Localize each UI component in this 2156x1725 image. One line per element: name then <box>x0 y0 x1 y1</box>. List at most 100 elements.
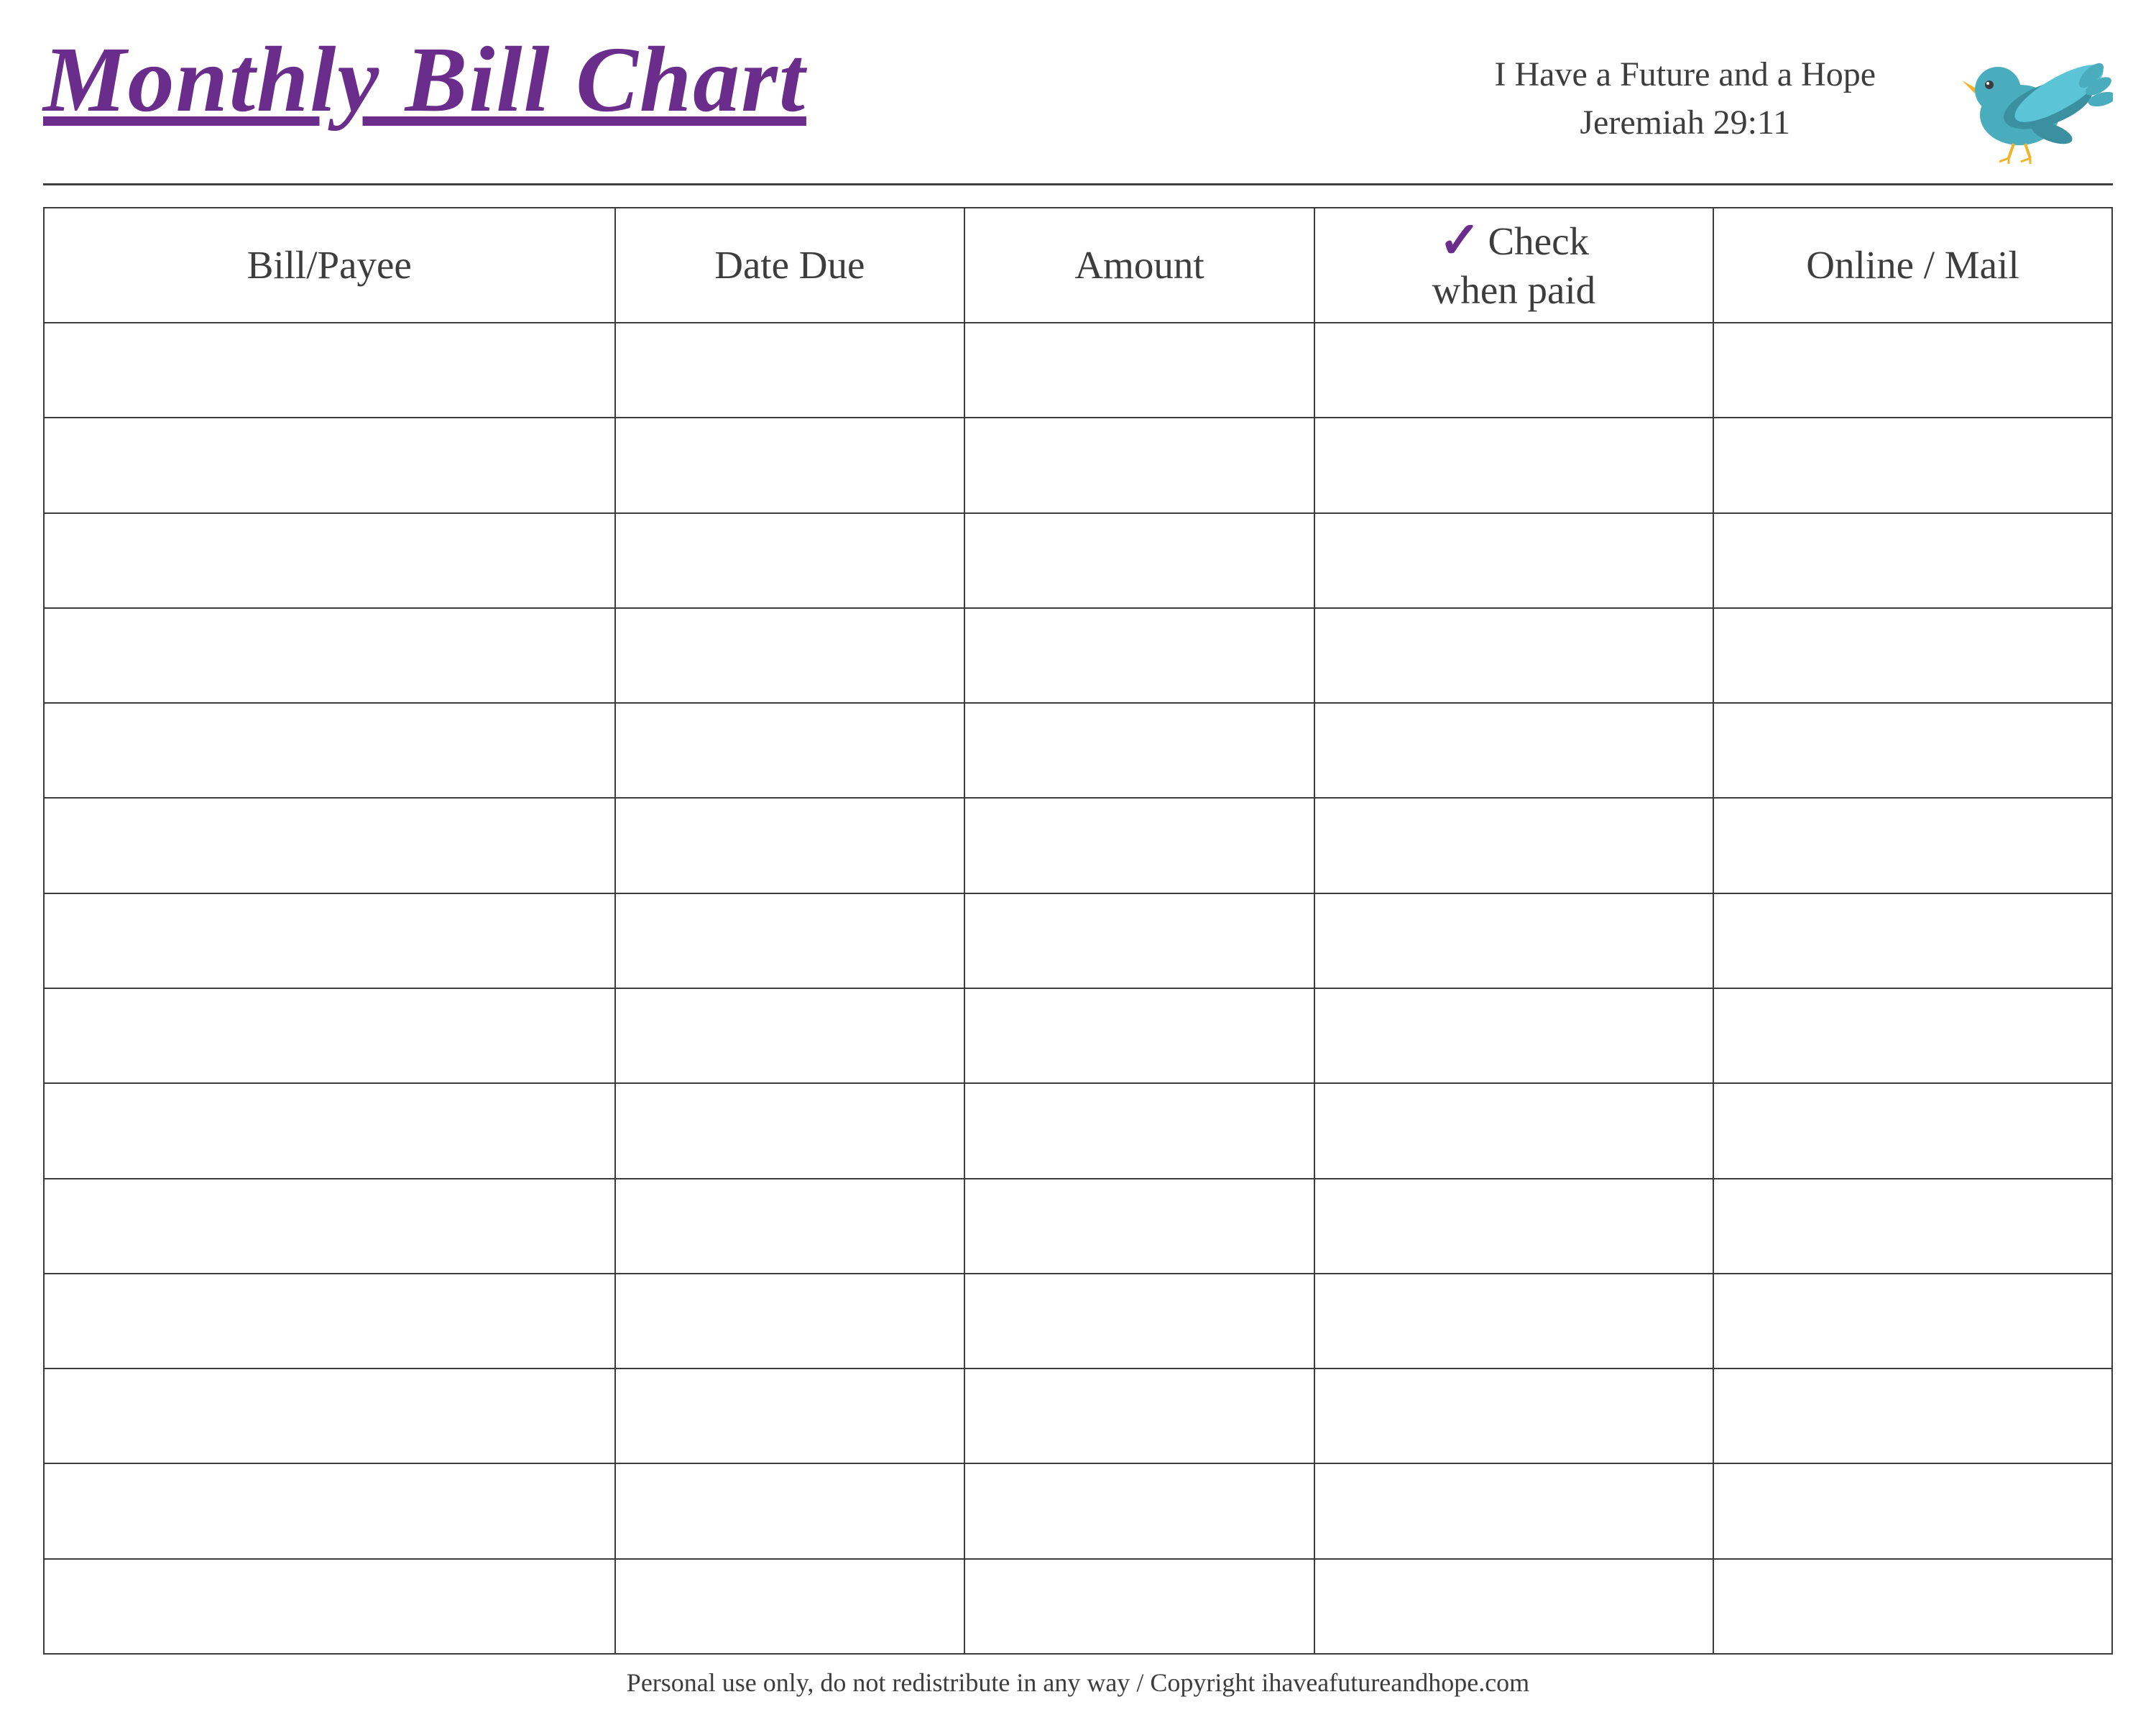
cell-bill <box>45 609 616 702</box>
cell-amount <box>965 704 1315 797</box>
bird-svg <box>1955 36 2113 165</box>
cell-check <box>1315 323 1714 417</box>
cell-online <box>1714 1560 2113 1653</box>
table-header-row: Bill/Payee Date Due Amount ✓ Check when … <box>45 208 2113 323</box>
cell-date <box>616 894 966 988</box>
table-row <box>45 1464 2113 1559</box>
cell-online <box>1714 418 2113 512</box>
cell-date <box>616 989 966 1082</box>
cell-date <box>616 1179 966 1273</box>
cell-check <box>1315 894 1714 988</box>
scripture-line2: Jeremiah 29:11 <box>1580 104 1790 142</box>
table-row <box>45 1369 2113 1464</box>
cell-date <box>616 1369 966 1463</box>
cell-date <box>616 323 966 417</box>
col-header-check: ✓ Check when paid <box>1315 208 1714 322</box>
cell-bill <box>45 1369 616 1463</box>
cell-date <box>616 799 966 892</box>
table-row <box>45 989 2113 1084</box>
cell-check <box>1315 609 1714 702</box>
cell-amount <box>965 1084 1315 1177</box>
col-header-amount: Amount <box>965 208 1315 322</box>
header: Monthly Bill Chart I Have a Future and a… <box>43 29 2113 185</box>
cell-bill <box>45 1084 616 1177</box>
cell-online <box>1714 514 2113 607</box>
bird-icon <box>1955 36 2113 169</box>
cell-online <box>1714 989 2113 1082</box>
cell-check <box>1315 1274 1714 1368</box>
col-header-online: Online / Mail <box>1714 208 2113 322</box>
scripture-line1: I Have a Future and a Hope <box>1495 55 1876 93</box>
cell-online <box>1714 1274 2113 1368</box>
cell-amount <box>965 894 1315 988</box>
cell-amount <box>965 799 1315 892</box>
bill-table: Bill/Payee Date Due Amount ✓ Check when … <box>43 207 2113 1653</box>
cell-online <box>1714 1369 2113 1463</box>
table-row <box>45 323 2113 418</box>
col-label-date: Date Due <box>714 242 865 289</box>
cell-bill <box>45 704 616 797</box>
col-header-bill: Bill/Payee <box>45 208 616 322</box>
cell-check <box>1315 1084 1714 1177</box>
cell-bill <box>45 1274 616 1368</box>
cell-amount <box>965 1369 1315 1463</box>
cell-bill <box>45 323 616 417</box>
cell-amount <box>965 1274 1315 1368</box>
cell-check <box>1315 514 1714 607</box>
cell-check <box>1315 1369 1714 1463</box>
cell-bill <box>45 1464 616 1558</box>
cell-bill <box>45 1179 616 1273</box>
header-right: I Have a Future and a Hope Jeremiah 29:1… <box>1495 50 2113 169</box>
cell-date <box>616 1464 966 1558</box>
page: Monthly Bill Chart I Have a Future and a… <box>0 0 2156 1725</box>
cell-amount <box>965 418 1315 512</box>
cell-check <box>1315 1464 1714 1558</box>
checkmark-icon: ✓ <box>1439 216 1481 267</box>
cell-date <box>616 1084 966 1177</box>
cell-check <box>1315 989 1714 1082</box>
col-label-check-bottom: when paid <box>1432 267 1596 314</box>
cell-bill <box>45 1560 616 1653</box>
table-row <box>45 1560 2113 1653</box>
cell-online <box>1714 799 2113 892</box>
table-row <box>45 609 2113 704</box>
col-label-bill: Bill/Payee <box>247 242 412 289</box>
cell-online <box>1714 704 2113 797</box>
cell-date <box>616 704 966 797</box>
cell-amount <box>965 1179 1315 1273</box>
cell-check <box>1315 1560 1714 1653</box>
cell-check <box>1315 1179 1714 1273</box>
col-label-check-top: Check <box>1488 218 1589 265</box>
cell-check <box>1315 799 1714 892</box>
cell-bill <box>45 989 616 1082</box>
cell-date <box>616 609 966 702</box>
cell-amount <box>965 1464 1315 1558</box>
cell-bill <box>45 514 616 607</box>
scripture-text: I Have a Future and a Hope Jeremiah 29:1… <box>1495 50 1876 147</box>
cell-amount <box>965 609 1315 702</box>
cell-date <box>616 1274 966 1368</box>
check-header-top: ✓ Check <box>1439 216 1589 267</box>
table-row <box>45 894 2113 989</box>
cell-check <box>1315 704 1714 797</box>
cell-online <box>1714 323 2113 417</box>
title-area: Monthly Bill Chart <box>43 29 806 132</box>
table-row <box>45 418 2113 513</box>
col-label-amount: Amount <box>1074 242 1204 289</box>
cell-online <box>1714 609 2113 702</box>
table-row <box>45 1274 2113 1369</box>
cell-online <box>1714 1179 2113 1273</box>
cell-amount <box>965 323 1315 417</box>
cell-online <box>1714 1464 2113 1558</box>
footer-text: Personal use only, do not redistribute i… <box>627 1668 1529 1697</box>
col-label-online: Online / Mail <box>1806 242 2019 289</box>
check-header-content: ✓ Check when paid <box>1432 216 1596 314</box>
cell-bill <box>45 799 616 892</box>
cell-check <box>1315 418 1714 512</box>
cell-date <box>616 418 966 512</box>
table-row <box>45 1179 2113 1274</box>
footer: Personal use only, do not redistribute i… <box>43 1653 2113 1711</box>
cell-date <box>616 514 966 607</box>
cell-online <box>1714 1084 2113 1177</box>
cell-bill <box>45 894 616 988</box>
